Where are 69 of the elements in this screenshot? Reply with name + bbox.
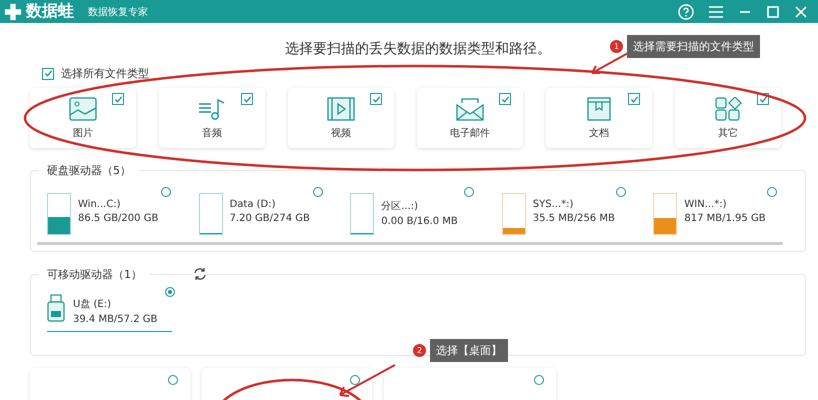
radio-button[interactable] [165,287,175,297]
checkbox[interactable] [241,93,253,105]
step-number-badge: 1 [610,40,623,53]
file-type-card[interactable]: 电子邮件 [417,88,523,148]
group-title: 可移动驱动器（1） [39,267,150,282]
drive-name: U盘 (E:) [73,298,112,311]
radio-button[interactable] [767,187,778,197]
radio-button[interactable] [534,375,544,385]
refresh-icon[interactable] [193,267,207,281]
app-subtitle: 数据恢复专家 [88,6,148,18]
drive-name: WIN...*:) [684,199,728,210]
file-type-label: 电子邮件 [450,126,490,140]
checkbox[interactable] [42,68,54,80]
usb-drive-item[interactable]: U盘 (E:) 39.4 MB/57.2 GB [47,291,172,332]
drive-usage-icon [350,193,374,235]
usb-drive-icon [47,294,65,322]
annotation-arrow [339,364,396,397]
drive-usage-icon [198,193,223,235]
drive-usage-icon [653,193,678,235]
app-name: 数据蛙 [26,1,74,22]
radio-button[interactable] [616,187,626,197]
checkbox[interactable] [628,93,640,105]
radio-button[interactable] [350,375,360,385]
checkbox[interactable] [499,93,511,105]
file-type-label: 图片 [73,126,93,140]
help-icon[interactable] [678,4,694,20]
file-type-label: 视频 [331,126,351,140]
group-title: 硬盘驱动器（5） [39,163,139,178]
checkbox[interactable] [370,93,382,105]
drive-size: 39.4 MB/57.2 GB [73,314,158,325]
drive-size: 7.20 GB/274 GB [230,213,310,224]
drive-name: 分区...:) [381,200,419,213]
drive-size: 35.5 MB/256 MB [532,213,615,224]
music-note-icon [198,96,226,120]
file-type-card[interactable]: 图片 [30,88,136,148]
page-heading: 选择要扫描的丢失数据的数据类型和路径。 [285,40,551,58]
close-icon[interactable] [794,4,808,18]
document-icon [585,96,613,120]
drive-usage-icon [502,193,526,235]
drive-name: Data (D:) [230,199,277,210]
radio-button[interactable] [312,187,323,197]
file-type-label: 音频 [202,126,222,140]
file-type-card[interactable]: 视频 [288,88,394,148]
drive-usage-icon [47,193,71,235]
drive-name: SYS...*:) [532,199,574,210]
envelope-icon [456,96,484,120]
radio-button[interactable] [161,187,171,197]
drive-size: 817 MB/1.95 GB [684,213,766,224]
drive-size: 0.00 B/16.0 MB [381,216,458,227]
file-type-label: 文档 [589,126,609,140]
file-type-label: 其它 [718,126,738,140]
select-all-label[interactable]: 选择所有文件类型 [61,66,149,81]
drive-size: 86.5 GB/200 GB [78,213,158,224]
step-number-badge: 2 [413,344,426,357]
checkbox[interactable] [112,93,124,105]
radio-button[interactable] [464,187,474,197]
drive-name: Win...C:) [78,199,122,210]
grid-shapes-icon [714,96,742,120]
file-type-card[interactable]: 文档 [546,88,652,148]
file-type-card[interactable]: 其它 [675,88,781,148]
callout-label: 选择【桌面】 [430,339,508,362]
plus-logo-icon [4,2,22,20]
film-icon [327,96,355,120]
callout-label: 选择需要扫描的文件类型 [627,35,760,58]
radio-button[interactable] [168,375,178,385]
maximize-icon[interactable] [766,4,780,18]
image-icon [69,96,97,120]
menu-icon[interactable] [708,4,724,18]
file-type-card[interactable]: 音频 [159,88,265,148]
